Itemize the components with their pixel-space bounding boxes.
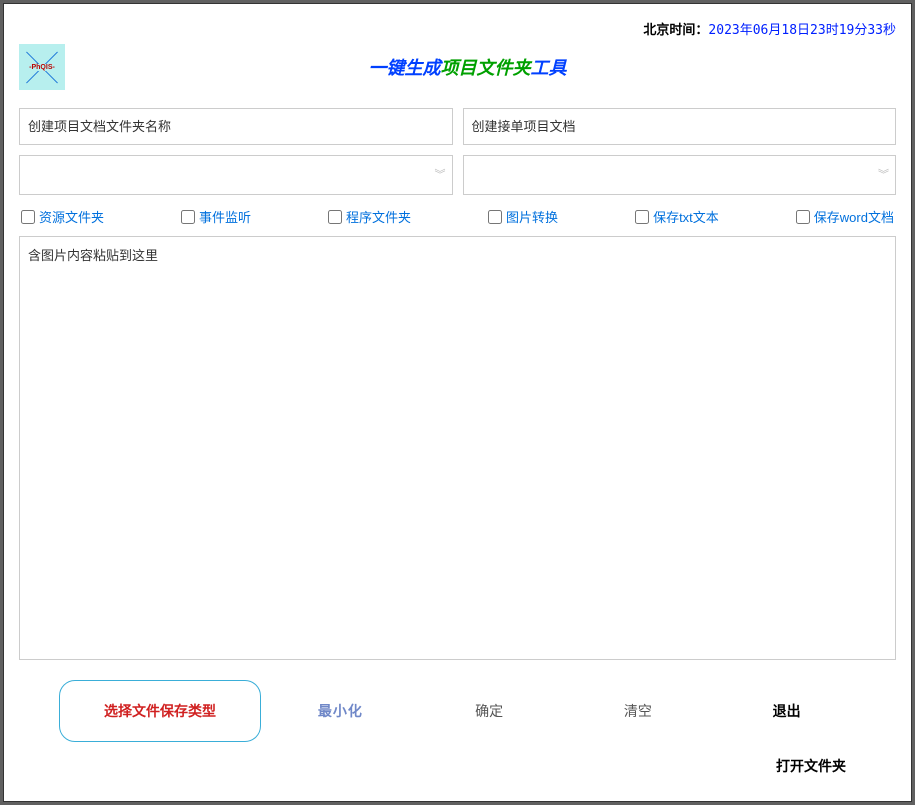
checkbox-image-convert[interactable]: 图片转换 xyxy=(488,207,558,226)
checkbox-resource-folder[interactable]: 资源文件夹 xyxy=(21,207,104,226)
receipt-doc-input[interactable] xyxy=(463,108,897,145)
buttons-row: 选择文件保存类型 最小化 确定 清空 退出 xyxy=(59,680,856,742)
checkbox-input[interactable] xyxy=(488,210,502,224)
checkbox-event-listener[interactable]: 事件监听 xyxy=(181,207,251,226)
logo-icon: -PhQIS- xyxy=(19,44,65,90)
app-window: 北京时间：2023年06月18日23时19分33秒 -PhQIS- 一键生成项目… xyxy=(3,3,912,802)
bottom-row: 打开文件夹 xyxy=(19,756,846,776)
dropdown-right[interactable]: ︾ xyxy=(463,155,897,195)
chevron-down-icon: ︾ xyxy=(435,172,446,179)
checkbox-input[interactable] xyxy=(635,210,649,224)
checkbox-label[interactable]: 资源文件夹 xyxy=(39,207,104,226)
minimize-button[interactable]: 最小化 xyxy=(271,691,410,731)
checkbox-input[interactable] xyxy=(21,210,35,224)
checkbox-label[interactable]: 保存txt文本 xyxy=(653,207,719,226)
checkbox-program-folder[interactable]: 程序文件夹 xyxy=(328,207,411,226)
checkbox-input[interactable] xyxy=(181,210,195,224)
folder-name-input[interactable] xyxy=(19,108,453,145)
clear-button[interactable]: 清空 xyxy=(569,691,708,731)
time-display: 北京时间：2023年06月18日23时19分33秒 xyxy=(19,19,896,38)
checkbox-input[interactable] xyxy=(796,210,810,224)
select-filetype-button[interactable]: 选择文件保存类型 xyxy=(59,680,261,742)
checkbox-save-txt[interactable]: 保存txt文本 xyxy=(635,207,719,226)
confirm-button[interactable]: 确定 xyxy=(420,691,559,731)
checkbox-label[interactable]: 保存word文档 xyxy=(814,207,894,226)
dropdowns-row: ︾ ︾ xyxy=(19,155,896,195)
time-value: 2023年06月18日23时19分33秒 xyxy=(708,23,896,38)
app-title: 一键生成项目文件夹工具 xyxy=(85,54,850,80)
paste-textarea[interactable] xyxy=(19,236,896,660)
checkbox-row: 资源文件夹 事件监听 程序文件夹 图片转换 保存txt文本 保存word文档 xyxy=(21,207,894,226)
logo-text: -PhQIS- xyxy=(28,64,56,71)
checkbox-label[interactable]: 事件监听 xyxy=(199,207,251,226)
exit-button[interactable]: 退出 xyxy=(717,691,856,731)
inputs-row xyxy=(19,108,896,145)
open-folder-button[interactable]: 打开文件夹 xyxy=(776,756,846,776)
checkbox-label[interactable]: 程序文件夹 xyxy=(346,207,411,226)
checkbox-input[interactable] xyxy=(328,210,342,224)
checkbox-save-word[interactable]: 保存word文档 xyxy=(796,207,894,226)
checkbox-label[interactable]: 图片转换 xyxy=(506,207,558,226)
dropdown-left[interactable]: ︾ xyxy=(19,155,453,195)
chevron-down-icon: ︾ xyxy=(878,172,889,179)
time-label: 北京时间： xyxy=(643,22,708,37)
header: -PhQIS- 一键生成项目文件夹工具 xyxy=(19,44,896,90)
